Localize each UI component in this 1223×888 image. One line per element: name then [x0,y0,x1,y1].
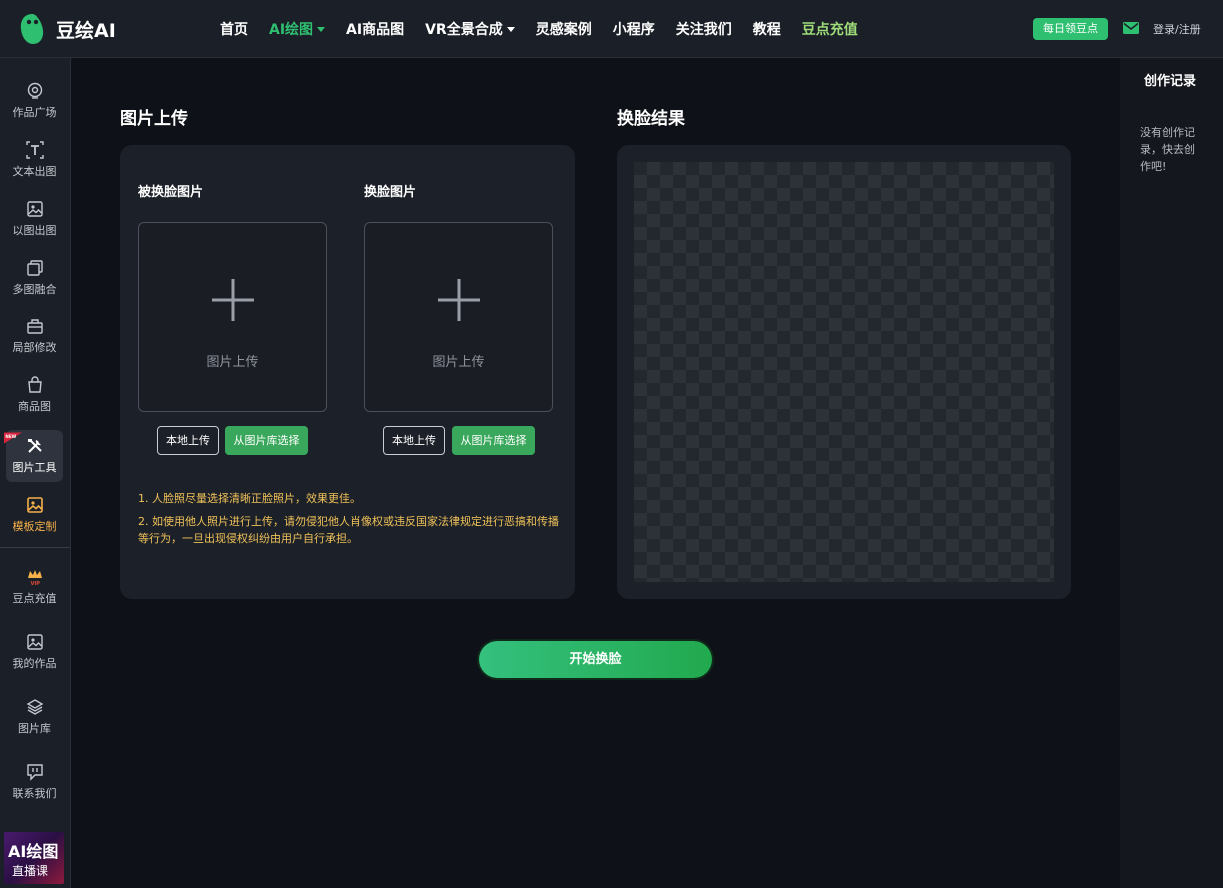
image-icon [26,201,43,217]
edit-region-icon [26,319,43,334]
svg-text:VIP: VIP [30,581,40,586]
bean-logo-icon [20,14,44,44]
chevron-down-icon [317,26,326,32]
nav-home[interactable]: 首页 [220,19,248,39]
main-nav: 首页 AI绘图 AI商品图 VR全景合成 灵感案例 小程序 关注我们 教程 豆点… [220,0,879,58]
nav-recharge[interactable]: 豆点充值 [802,19,858,39]
vip-crown-icon: VIP [27,570,42,586]
note-item: 1. 人脸照尽量选择清晰正脸照片，效果更佳。 [138,492,361,505]
result-preview-placeholder [634,162,1054,582]
sidebar-item-product-image[interactable]: 商品图 [6,369,63,421]
nav-inspiration[interactable]: 灵感案例 [536,19,592,39]
layers-copy-icon [26,260,43,276]
sidebar-item-local-edit[interactable]: 局部修改 [6,310,63,362]
sidebar-item-my-works[interactable]: 我的作品 [6,626,63,678]
chat-icon [26,764,43,781]
top-header: 豆绘AI 首页 AI绘图 AI商品图 VR全景合成 灵感案例 小程序 关注我们 … [0,0,1223,58]
sidebar-divider [0,547,70,548]
logo[interactable]: 豆绘AI [18,12,116,46]
mail-icon[interactable] [1123,22,1139,34]
nav-mini-program[interactable]: 小程序 [613,19,655,39]
sidebar-item-image-tools[interactable]: NEW 图片工具 [4,430,63,482]
sidebar-item-template[interactable]: 模板定制 [6,489,63,541]
template-icon [26,497,43,513]
brand-name: 豆绘AI [56,19,116,42]
note-item: 2. 如使用他人照片进行上传，请勿侵犯他人肖像权或违反国家法律规定进行恶搞和传播… [138,515,559,545]
shopping-bag-icon [27,376,42,393]
sidebar-item-text-to-image[interactable]: 文本出图 [6,134,63,186]
svg-text:NEW: NEW [5,434,16,439]
login-register-link[interactable]: 登录/注册 [1153,21,1201,37]
target-upload-dropzone[interactable]: 图片上传 [364,222,553,412]
sidebar-item-image-to-image[interactable]: 以图出图 [6,193,63,245]
new-badge: NEW [4,432,22,444]
plus-icon [438,279,480,321]
upload-card: 被换脸图片 换脸图片 图片上传 图片上传 本地上传 从图片库选择 本地上传 从图… [120,145,575,599]
nav-vr-panorama[interactable]: VR全景合成 [425,19,515,39]
source-image-label: 被换脸图片 [138,185,204,200]
left-sidebar: 作品广场 文本出图 以图出图 多图融合 局部修改 商品图 NEW 图片工具 模板… [0,58,71,888]
source-local-upload-button[interactable]: 本地上传 [157,426,219,455]
daily-points-button[interactable]: 每日领豆点 [1033,18,1108,40]
text-icon [25,141,44,159]
gallery-icon [26,634,43,650]
live-course-banner[interactable]: AI绘图 直播课 [4,832,64,884]
nav-tutorial[interactable]: 教程 [753,19,781,39]
source-upload-dropzone[interactable]: 图片上传 [138,222,327,412]
history-title: 创作记录 [1144,74,1197,89]
source-from-library-button[interactable]: 从图片库选择 [225,426,308,455]
sidebar-item-multi-fusion[interactable]: 多图融合 [6,252,63,304]
target-image-label: 换脸图片 [364,185,417,200]
nav-ai-product[interactable]: AI商品图 [346,19,404,39]
history-panel: 创作记录 没有创作记录，快去创作吧! [1120,58,1223,888]
nav-follow-us[interactable]: 关注我们 [676,19,732,39]
upload-section-title: 图片上传 [120,109,188,129]
sidebar-item-plaza[interactable]: 作品广场 [6,75,63,127]
sidebar-item-contact[interactable]: 联系我们 [6,756,63,808]
target-local-upload-button[interactable]: 本地上传 [383,426,445,455]
start-face-swap-button[interactable]: 开始换脸 [479,641,712,678]
nav-ai-drawing[interactable]: AI绘图 [269,19,326,39]
sidebar-item-image-library[interactable]: 图片库 [6,691,63,743]
result-section-title: 换脸结果 [617,109,685,129]
upload-notes: 1. 人脸照尽量选择清晰正脸照片，效果更佳。 2. 如使用他人照片进行上传，请勿… [138,490,563,553]
plaza-icon [27,82,42,99]
plus-icon [212,279,254,321]
result-card [617,145,1071,599]
chevron-down-icon [506,26,515,32]
tools-icon [27,439,42,453]
sidebar-item-recharge[interactable]: VIP 豆点充值 [6,561,63,613]
stack-icon [26,699,43,715]
target-from-library-button[interactable]: 从图片库选择 [452,426,535,455]
history-empty-text: 没有创作记录，快去创作吧! [1140,126,1195,173]
